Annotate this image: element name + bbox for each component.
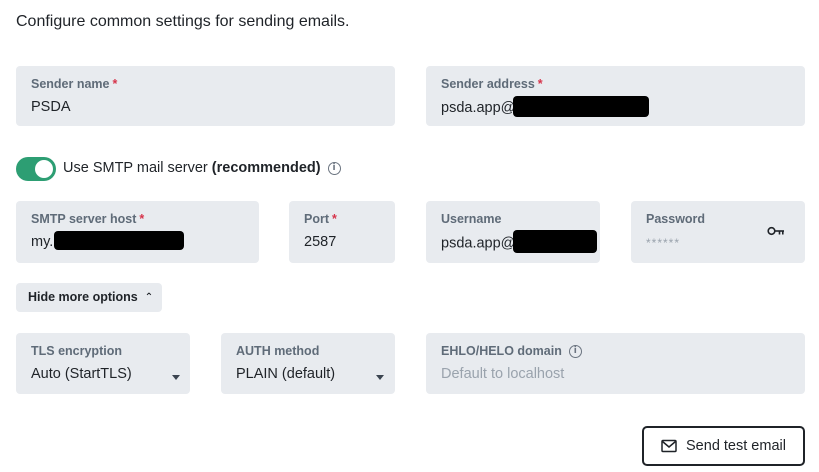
chevron-up-icon: ⌃: [144, 292, 154, 303]
info-icon[interactable]: i: [327, 161, 341, 175]
port-label: Port *: [304, 212, 337, 226]
key-icon[interactable]: [767, 225, 785, 237]
sender-address-field[interactable]: Sender address * psda.app@: [426, 66, 805, 126]
username-field[interactable]: Username psda.app@: [426, 201, 600, 263]
send-test-email-label: Send test email: [686, 438, 786, 454]
smtp-host-label: SMTP server host *: [31, 212, 145, 226]
tls-encryption-value[interactable]: Auto (StartTLS): [31, 366, 132, 382]
redaction-bar: [54, 231, 185, 251]
smtp-toggle-label: Use SMTP mail server (recommended) i: [63, 160, 341, 176]
dropdown-caret-icon[interactable]: [172, 375, 180, 380]
ehlo-domain-field[interactable]: EHLO/HELO domain i Default to localhost: [426, 333, 805, 394]
auth-method-value[interactable]: PLAIN (default): [236, 366, 335, 382]
info-icon[interactable]: i: [568, 345, 582, 359]
username-value[interactable]: psda.app@: [441, 230, 598, 253]
redaction-bar: [513, 96, 650, 117]
sender-name-field[interactable]: Sender name * PSDA: [16, 66, 395, 126]
tls-encryption-label: TLS encryption: [31, 344, 122, 358]
password-label: Password: [646, 212, 706, 226]
ehlo-domain-label: EHLO/HELO domain i: [441, 344, 582, 359]
mail-icon: [661, 439, 677, 453]
redaction-bar: [513, 230, 598, 253]
port-value[interactable]: 2587: [304, 234, 336, 250]
port-field[interactable]: Port * 2587: [289, 201, 395, 263]
sender-address-label: Sender address *: [441, 77, 543, 91]
tls-encryption-select[interactable]: TLS encryption Auto (StartTLS): [16, 333, 190, 394]
sender-name-value[interactable]: PSDA: [31, 99, 71, 115]
sender-address-value[interactable]: psda.app@: [441, 96, 650, 117]
page-intro: Configure common settings for sending em…: [16, 13, 350, 30]
auth-method-select[interactable]: AUTH method PLAIN (default): [221, 333, 395, 394]
smtp-toggle[interactable]: [16, 157, 56, 181]
auth-method-label: AUTH method: [236, 344, 320, 358]
dropdown-caret-icon[interactable]: [376, 375, 384, 380]
ehlo-domain-placeholder[interactable]: Default to localhost: [441, 366, 564, 382]
send-test-email-button[interactable]: Send test email: [642, 426, 805, 466]
username-label: Username: [441, 212, 502, 226]
smtp-host-value[interactable]: my.: [31, 231, 185, 251]
toggle-knob: [35, 160, 53, 178]
hide-options-button[interactable]: Hide more options ⌃: [16, 283, 162, 312]
sender-name-label: Sender name *: [31, 77, 118, 91]
password-field[interactable]: Password ******: [631, 201, 805, 263]
smtp-host-field[interactable]: SMTP server host * my.: [16, 201, 259, 263]
password-value[interactable]: ******: [646, 236, 680, 250]
